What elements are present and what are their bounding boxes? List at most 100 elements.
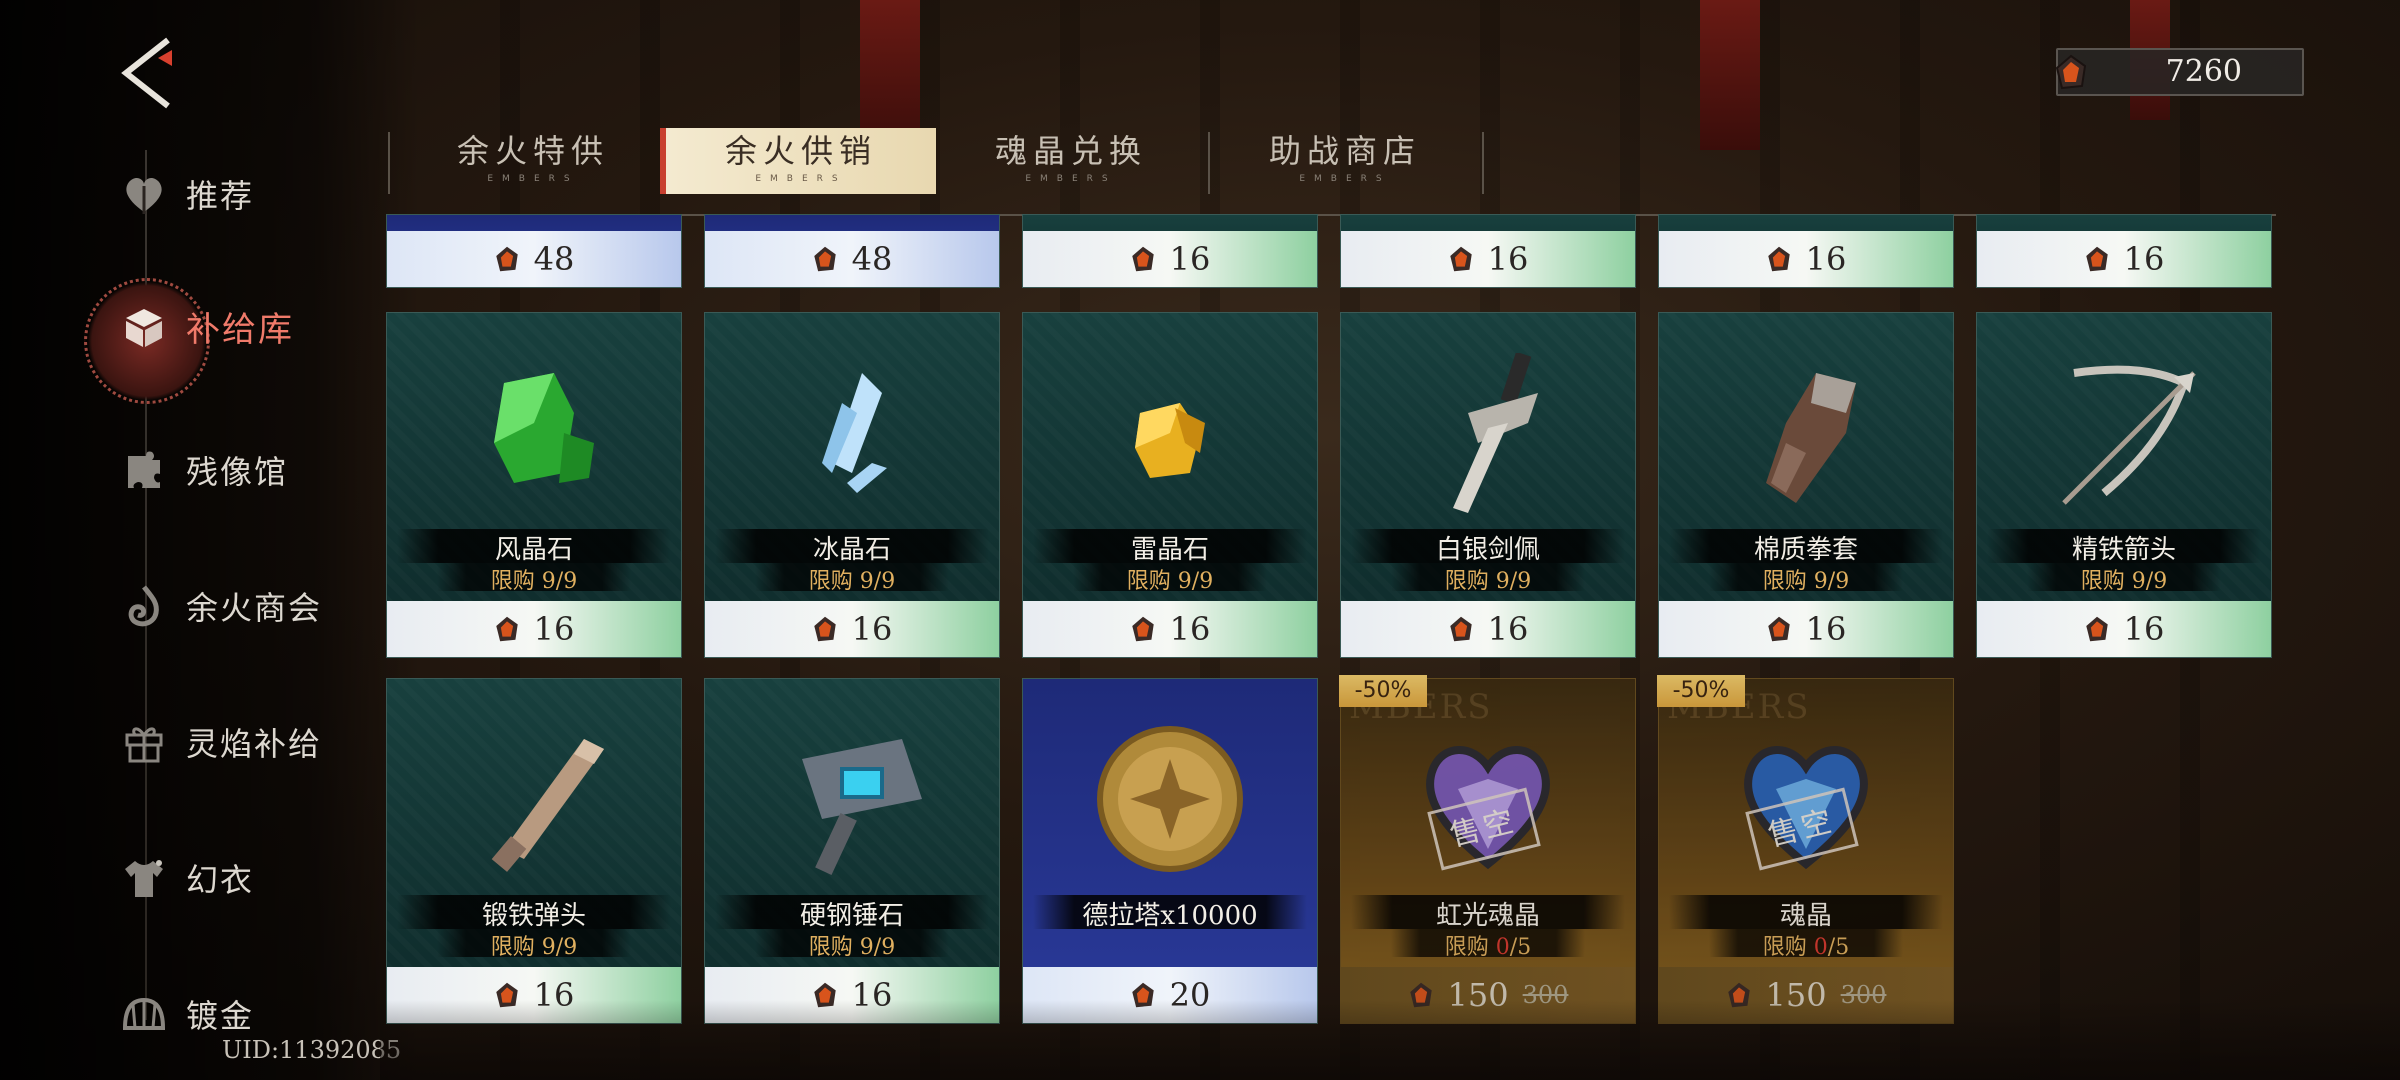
item-name: 精铁箭头 [1987,529,2261,565]
price-value: 150 [1765,976,1827,1014]
sidebar-item-outfit[interactable]: 幻衣 [120,854,254,902]
purchase-limit: 限购 9/9 [1391,563,1585,594]
sidebar-item-label: 余火商会 [186,589,323,627]
sidebar-item-label: 灵焰补给 [186,725,323,763]
price-value: 16 [2123,610,2165,648]
ember-crystal-icon [1131,616,1154,642]
sword-hilt-icon [1453,353,1538,513]
ember-crystal-icon [1767,246,1790,272]
item-name: 硬钢锤石 [715,895,989,931]
shop-item-card[interactable]: 硬钢锤石 限购 9/9 16 [704,678,1000,1024]
ember-crystal-icon [495,616,518,642]
flame-swirl-icon [120,582,168,630]
shop-item-card[interactable]: 白银剑佩 限购 9/9 16 [1340,312,1636,658]
green-crystal-icon [494,373,594,483]
price-tag: 20 [1023,967,1317,1023]
shop-item-card[interactable]: 雷晶石 限购 9/9 16 [1022,312,1318,658]
shop-item-card[interactable]: 16 [1658,214,1954,288]
price-tag: 16 [1341,601,1635,657]
user-id: UID:11392085 [222,1036,402,1064]
bullet-icon [491,739,604,872]
bow-arrow-icon [2062,365,2196,505]
tab-soul-crystal-exchange[interactable]: 魂晶兑换 EMBERS [936,128,1206,194]
price-value: 16 [2123,240,2165,278]
price-tag: 16 [1023,601,1317,657]
ember-crystal-icon [813,246,836,272]
tab-sublabel: EMBERS [755,174,847,184]
tab-ember-supply[interactable]: 余火供销 EMBERS [660,128,936,194]
ember-crystal-icon [1767,616,1790,642]
shop-item-grid[interactable]: 48 48 16 16 16 16 风晶石 限购 9/9 16 冰晶石 限购 9… [386,214,2276,1024]
price-value: 16 [1805,610,1847,648]
currency-amount: 7260 [2165,54,2242,89]
sidebar-item-recommend[interactable]: 推荐 [120,170,254,218]
price-value: 20 [1169,976,1211,1014]
shop-item-card[interactable]: 德拉塔x10000 20 [1022,678,1318,1024]
item-name: 风晶石 [397,529,671,565]
price-value: 16 [1487,610,1529,648]
price-value: 16 [533,976,575,1014]
ember-crystal-icon [1449,616,1472,642]
sidebar-item-supply[interactable]: 补给库 [120,302,294,351]
shop-item-card-sold-out[interactable]: MBERS 售空 -50% 魂晶 限购 0/5 150 300 [1657,675,1954,1024]
price-value: 16 [1169,240,1211,278]
item-name: 白银剑佩 [1351,529,1625,565]
shop-tabs: 余火特供 EMBERS 余火供销 EMBERS 魂晶兑换 EMBERS 助战商店… [388,128,2276,216]
currency-display: 7260 [2055,48,2304,96]
shop-item-card[interactable]: 16 [1022,214,1318,288]
shop-item-card-sold-out[interactable]: MBERS 售空 -50% 虹光魂晶 限购 0/5 150 300 [1339,675,1636,1024]
hammer-icon [802,739,922,875]
price-tag: 16 [1977,601,2271,657]
tab-sublabel: EMBERS [1299,174,1391,184]
price-value: 16 [1805,240,1847,278]
price-tag: 16 [1341,231,1635,287]
sidebar-item-label: 推荐 [186,177,255,215]
shop-item-card[interactable]: 棉质拳套 限购 9/9 16 [1658,312,1954,658]
price-value: 16 [851,976,893,1014]
original-price: 300 [1522,981,1569,1009]
shop-item-card[interactable]: 48 [386,214,682,288]
ember-crystal-icon [1409,982,1432,1008]
sidebar-item-label: 补给库 [186,310,294,350]
sidebar-item-afterimage[interactable]: 残像馆 [120,446,288,494]
back-arrow-icon [121,37,172,109]
sidebar-item-label: 幻衣 [186,861,255,899]
item-name: 锻铁弹头 [397,895,671,931]
price-tag: 150 300 [1341,967,1635,1023]
ember-crystal-icon [1727,982,1750,1008]
back-button[interactable] [118,36,188,110]
shop-item-card[interactable]: 锻铁弹头 限购 9/9 16 [386,678,682,1024]
shop-item-card[interactable]: 16 [1340,214,1636,288]
shop-item-card[interactable]: 风晶石 限购 9/9 16 [386,312,682,658]
gold-crystal-icon [1135,403,1205,478]
ember-crystal-icon [495,982,518,1008]
price-tag: 16 [387,967,681,1023]
purchase-limit: 限购 9/9 [755,563,949,594]
shop-item-card[interactable]: 48 [704,214,1000,288]
tab-divider [1482,132,1484,194]
supply-box-icon [120,303,168,351]
tab-label: 助战商店 [1268,132,1421,170]
original-price: 300 [1840,981,1887,1009]
price-tag: 16 [1977,231,2271,287]
sidebar-item-ember-guild[interactable]: 余火商会 [120,582,322,630]
price-tag: 48 [705,231,999,287]
price-value: 16 [533,610,575,648]
purchase-limit: 限购 9/9 [437,929,631,960]
tab-ember-special[interactable]: 余火特供 EMBERS [398,128,668,194]
tab-assist-shop[interactable]: 助战商店 EMBERS [1210,128,1480,194]
sidebar-item-gilding[interactable]: 镀金 [120,990,254,1038]
sidebar-backdrop [0,0,420,1080]
shop-item-card[interactable]: 精铁箭头 限购 9/9 16 [1976,312,2272,658]
sidebar-item-label: 镀金 [186,997,255,1035]
tab-divider [388,132,390,194]
tab-label: 魂晶兑换 [994,132,1147,170]
purchase-limit: 限购 9/9 [1709,563,1903,594]
purchase-limit: 限购 0/5 [1391,929,1585,960]
price-tag: 48 [387,231,681,287]
sidebar-item-flame-supply[interactable]: 灵焰补给 [120,718,322,766]
purchase-limit: 限购 0/5 [1709,929,1903,960]
purchase-limit: 限购 9/9 [755,929,949,960]
shop-item-card[interactable]: 冰晶石 限购 9/9 16 [704,312,1000,658]
shop-item-card[interactable]: 16 [1976,214,2272,288]
